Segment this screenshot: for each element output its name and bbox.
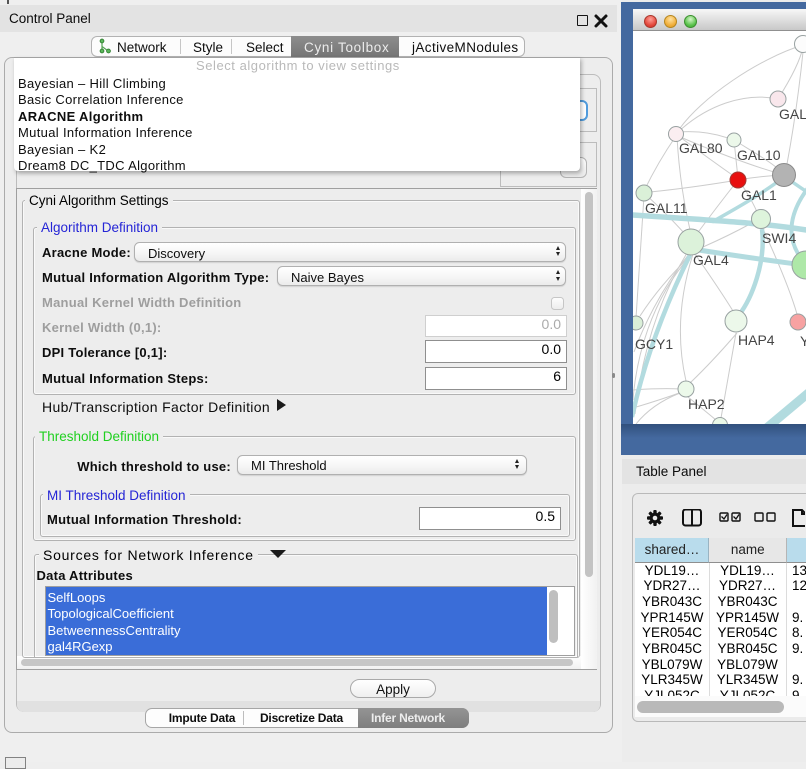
svg-text:GAL80: GAL80 <box>679 140 723 156</box>
svg-text:Y: Y <box>800 333 806 349</box>
svg-text:HAP4: HAP4 <box>738 332 775 348</box>
svg-text:SWI4: SWI4 <box>762 230 796 246</box>
svg-text:GAL10: GAL10 <box>737 147 781 163</box>
svg-text:GAL1: GAL1 <box>741 187 777 203</box>
svg-text:GAL11: GAL11 <box>645 200 688 216</box>
svg-text:GCY1: GCY1 <box>635 336 673 352</box>
svg-text:GAL: GAL <box>779 106 806 122</box>
svg-text:GAL4: GAL4 <box>693 252 729 268</box>
svg-text:HAP2: HAP2 <box>688 396 725 412</box>
